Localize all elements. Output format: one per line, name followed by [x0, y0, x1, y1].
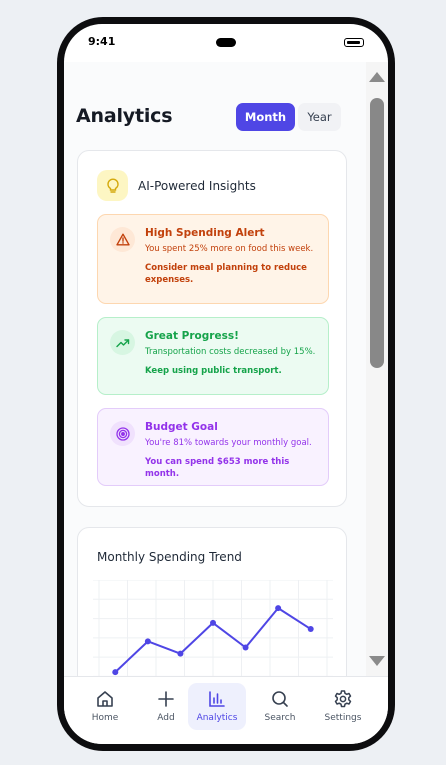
data-point[interactable] — [177, 650, 184, 657]
data-point[interactable] — [242, 644, 249, 651]
insights-card: AI-Powered Insights High Spending Alert … — [77, 150, 347, 507]
insight-description: You're 81% towards your monthly goal. — [145, 438, 312, 448]
status-time: 9:41 — [88, 35, 116, 48]
spending-trend-card: Monthly Spending Trend — [77, 527, 347, 676]
page-title: Analytics — [76, 105, 173, 127]
scroll-thumb[interactable] — [370, 98, 384, 368]
bottom-navigation: Home Add Analytics Search Settings — [64, 676, 388, 744]
nav-add[interactable]: Add — [137, 683, 195, 730]
data-point[interactable] — [112, 669, 119, 676]
nav-search[interactable]: Search — [251, 683, 309, 730]
insight-title: Budget Goal — [145, 421, 218, 433]
insight-tip: You can spend $653 more this month. — [145, 457, 290, 479]
data-point[interactable] — [275, 605, 282, 612]
scroll-up-arrow-icon[interactable] — [369, 72, 385, 82]
status-bar: 9:41 — [64, 24, 388, 62]
insight-budget-goal[interactable]: Budget Goal You're 81% towards your mont… — [97, 408, 329, 486]
trend-title: Monthly Spending Trend — [97, 550, 242, 564]
insight-tip: Keep using public transport. — [145, 366, 282, 376]
insight-title: High Spending Alert — [145, 227, 265, 239]
scroll-down-arrow-icon[interactable] — [369, 656, 385, 666]
nav-settings[interactable]: Settings — [314, 683, 372, 730]
insight-great-progress[interactable]: Great Progress! Transportation costs dec… — [97, 317, 329, 395]
nav-label: Search — [264, 713, 296, 723]
insight-description: Transportation costs decreased by 15%. — [145, 347, 316, 357]
insights-header: AI-Powered Insights — [97, 170, 256, 201]
target-icon — [110, 421, 135, 446]
insight-high-spending[interactable]: High Spending Alert You spent 25% more o… — [97, 214, 329, 304]
search-icon — [272, 691, 288, 707]
scrollbar[interactable] — [366, 62, 388, 676]
nav-home[interactable]: Home — [76, 683, 134, 730]
data-point[interactable] — [307, 626, 314, 633]
lightbulb-icon — [97, 170, 128, 201]
bar-chart-icon — [209, 691, 225, 707]
plus-icon — [158, 691, 174, 707]
phone-frame: 9:41 Analytics Month Year AI-Powered Ins… — [57, 17, 395, 751]
month-toggle-button[interactable]: Month — [236, 103, 295, 131]
phone-screen: 9:41 Analytics Month Year AI-Powered Ins… — [64, 24, 388, 744]
nav-label: Settings — [324, 713, 362, 723]
insights-title: AI-Powered Insights — [138, 178, 256, 193]
year-toggle-button[interactable]: Year — [298, 103, 341, 131]
main-content[interactable]: Analytics Month Year AI-Powered Insights — [64, 62, 388, 676]
insight-description: You spent 25% more on food this week. — [145, 244, 314, 254]
home-icon — [97, 691, 113, 707]
data-point[interactable] — [144, 638, 151, 645]
battery-icon — [344, 38, 364, 47]
nav-label: Analytics — [196, 713, 238, 723]
period-toggle: Month Year — [236, 103, 341, 131]
nav-label: Add — [157, 713, 175, 723]
nav-label: Home — [91, 713, 119, 723]
spending-trend-chart — [93, 580, 333, 676]
camera-notch — [216, 38, 236, 47]
nav-analytics[interactable]: Analytics — [188, 683, 246, 730]
gear-icon — [334, 690, 352, 708]
trending-up-icon — [110, 330, 135, 355]
insight-title: Great Progress! — [145, 330, 239, 342]
insight-tip: Consider meal planning to reduce expense… — [145, 263, 307, 285]
warning-icon — [110, 227, 135, 252]
data-point[interactable] — [210, 619, 216, 626]
